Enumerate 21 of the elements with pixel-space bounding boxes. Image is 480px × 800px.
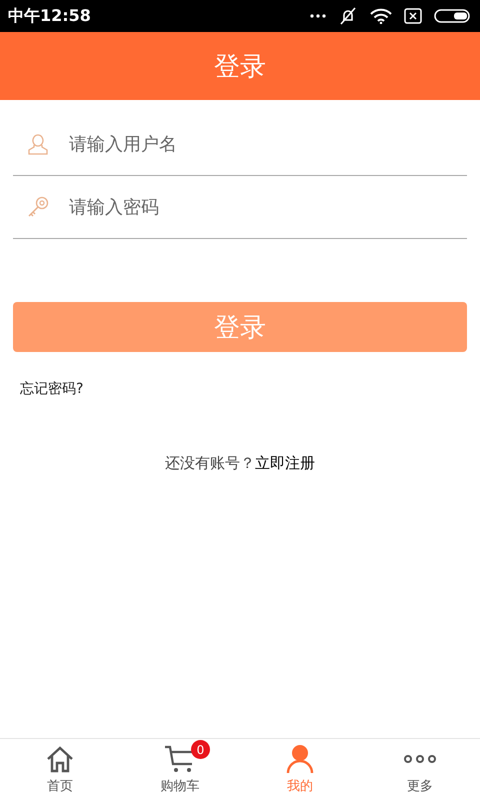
page-title: 登录	[214, 50, 266, 84]
no-sim-icon	[404, 8, 422, 24]
password-field[interactable]: 请输入密码	[67, 196, 467, 218]
forgot-password-link[interactable]: 忘记密码?	[20, 380, 84, 398]
battery-icon	[434, 9, 470, 23]
clock: 中午12:58	[8, 6, 91, 26]
person-icon	[286, 744, 314, 774]
more-icon	[403, 754, 437, 764]
muted-bell-icon	[338, 7, 358, 25]
tab[interactable]: 0 购物车	[120, 739, 240, 800]
user-icon	[27, 133, 49, 155]
wifi-icon	[370, 8, 392, 24]
key-icon	[27, 196, 49, 218]
cart-count-badge: 0	[191, 740, 210, 759]
more-icon	[310, 14, 326, 18]
tab[interactable]: 更多	[360, 739, 480, 800]
home-icon	[45, 745, 75, 773]
tab[interactable]: 首页	[0, 739, 120, 800]
register-link[interactable]: 立即注册	[255, 454, 315, 473]
username-field[interactable]: 请输入用户名	[67, 132, 467, 156]
register-prompt: 还没有账号？	[165, 454, 255, 473]
